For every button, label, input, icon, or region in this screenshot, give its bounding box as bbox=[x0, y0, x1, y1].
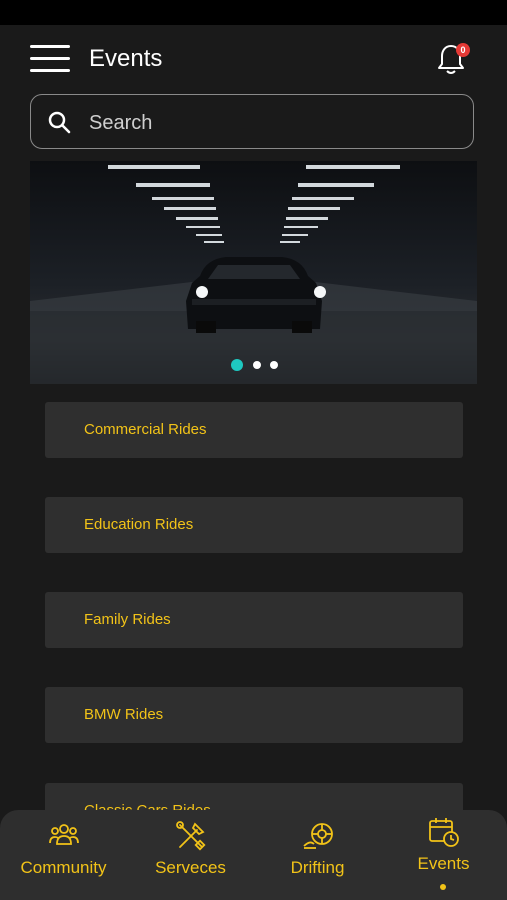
ride-category-bmw[interactable]: BMW Rides bbox=[45, 687, 463, 743]
nav-item-drifting[interactable]: Drifting bbox=[254, 810, 381, 900]
calendar-icon bbox=[429, 818, 459, 847]
ride-category-label: Family Rides bbox=[84, 611, 171, 628]
nav-item-events[interactable]: Events bbox=[380, 810, 507, 900]
notification-badge: 0 bbox=[456, 43, 470, 57]
nav-item-community[interactable]: Community bbox=[0, 810, 127, 900]
nav-label: Community bbox=[20, 858, 107, 877]
ride-category-label: Commercial Rides bbox=[84, 421, 207, 438]
community-icon bbox=[49, 824, 79, 845]
event-banner-carousel[interactable] bbox=[30, 161, 477, 384]
page-title: Events bbox=[89, 45, 163, 72]
carousel-dot[interactable] bbox=[253, 361, 261, 369]
bottom-navigation: Community Serveces Drifting Events bbox=[0, 810, 507, 900]
nav-label: Events bbox=[417, 854, 470, 873]
search-input[interactable] bbox=[87, 107, 451, 139]
ride-category-family[interactable]: Family Rides bbox=[45, 592, 463, 648]
ride-category-label: BMW Rides bbox=[84, 706, 164, 723]
carousel-dot[interactable] bbox=[231, 359, 243, 371]
carousel-indicators bbox=[30, 359, 477, 373]
nav-label: Drifting bbox=[290, 858, 345, 877]
search-icon bbox=[48, 111, 71, 134]
ride-category-label: Education Rides bbox=[84, 516, 194, 533]
tools-icon bbox=[176, 821, 206, 851]
ride-category-education[interactable]: Education Rides bbox=[45, 497, 463, 553]
hamburger-menu-icon[interactable] bbox=[30, 43, 70, 75]
drifting-icon bbox=[303, 823, 333, 849]
ride-category-commercial[interactable]: Commercial Rides bbox=[45, 402, 463, 458]
app-header: Events 0 bbox=[0, 25, 507, 95]
status-bar bbox=[0, 0, 507, 25]
carousel-dot[interactable] bbox=[270, 361, 278, 369]
active-indicator bbox=[440, 884, 446, 890]
banner-image bbox=[30, 165, 477, 384]
nav-item-services[interactable]: Serveces bbox=[127, 810, 254, 900]
notification-bell-button[interactable]: 0 bbox=[436, 43, 470, 79]
nav-label: Serveces bbox=[155, 858, 226, 877]
search-bar[interactable] bbox=[30, 94, 474, 149]
